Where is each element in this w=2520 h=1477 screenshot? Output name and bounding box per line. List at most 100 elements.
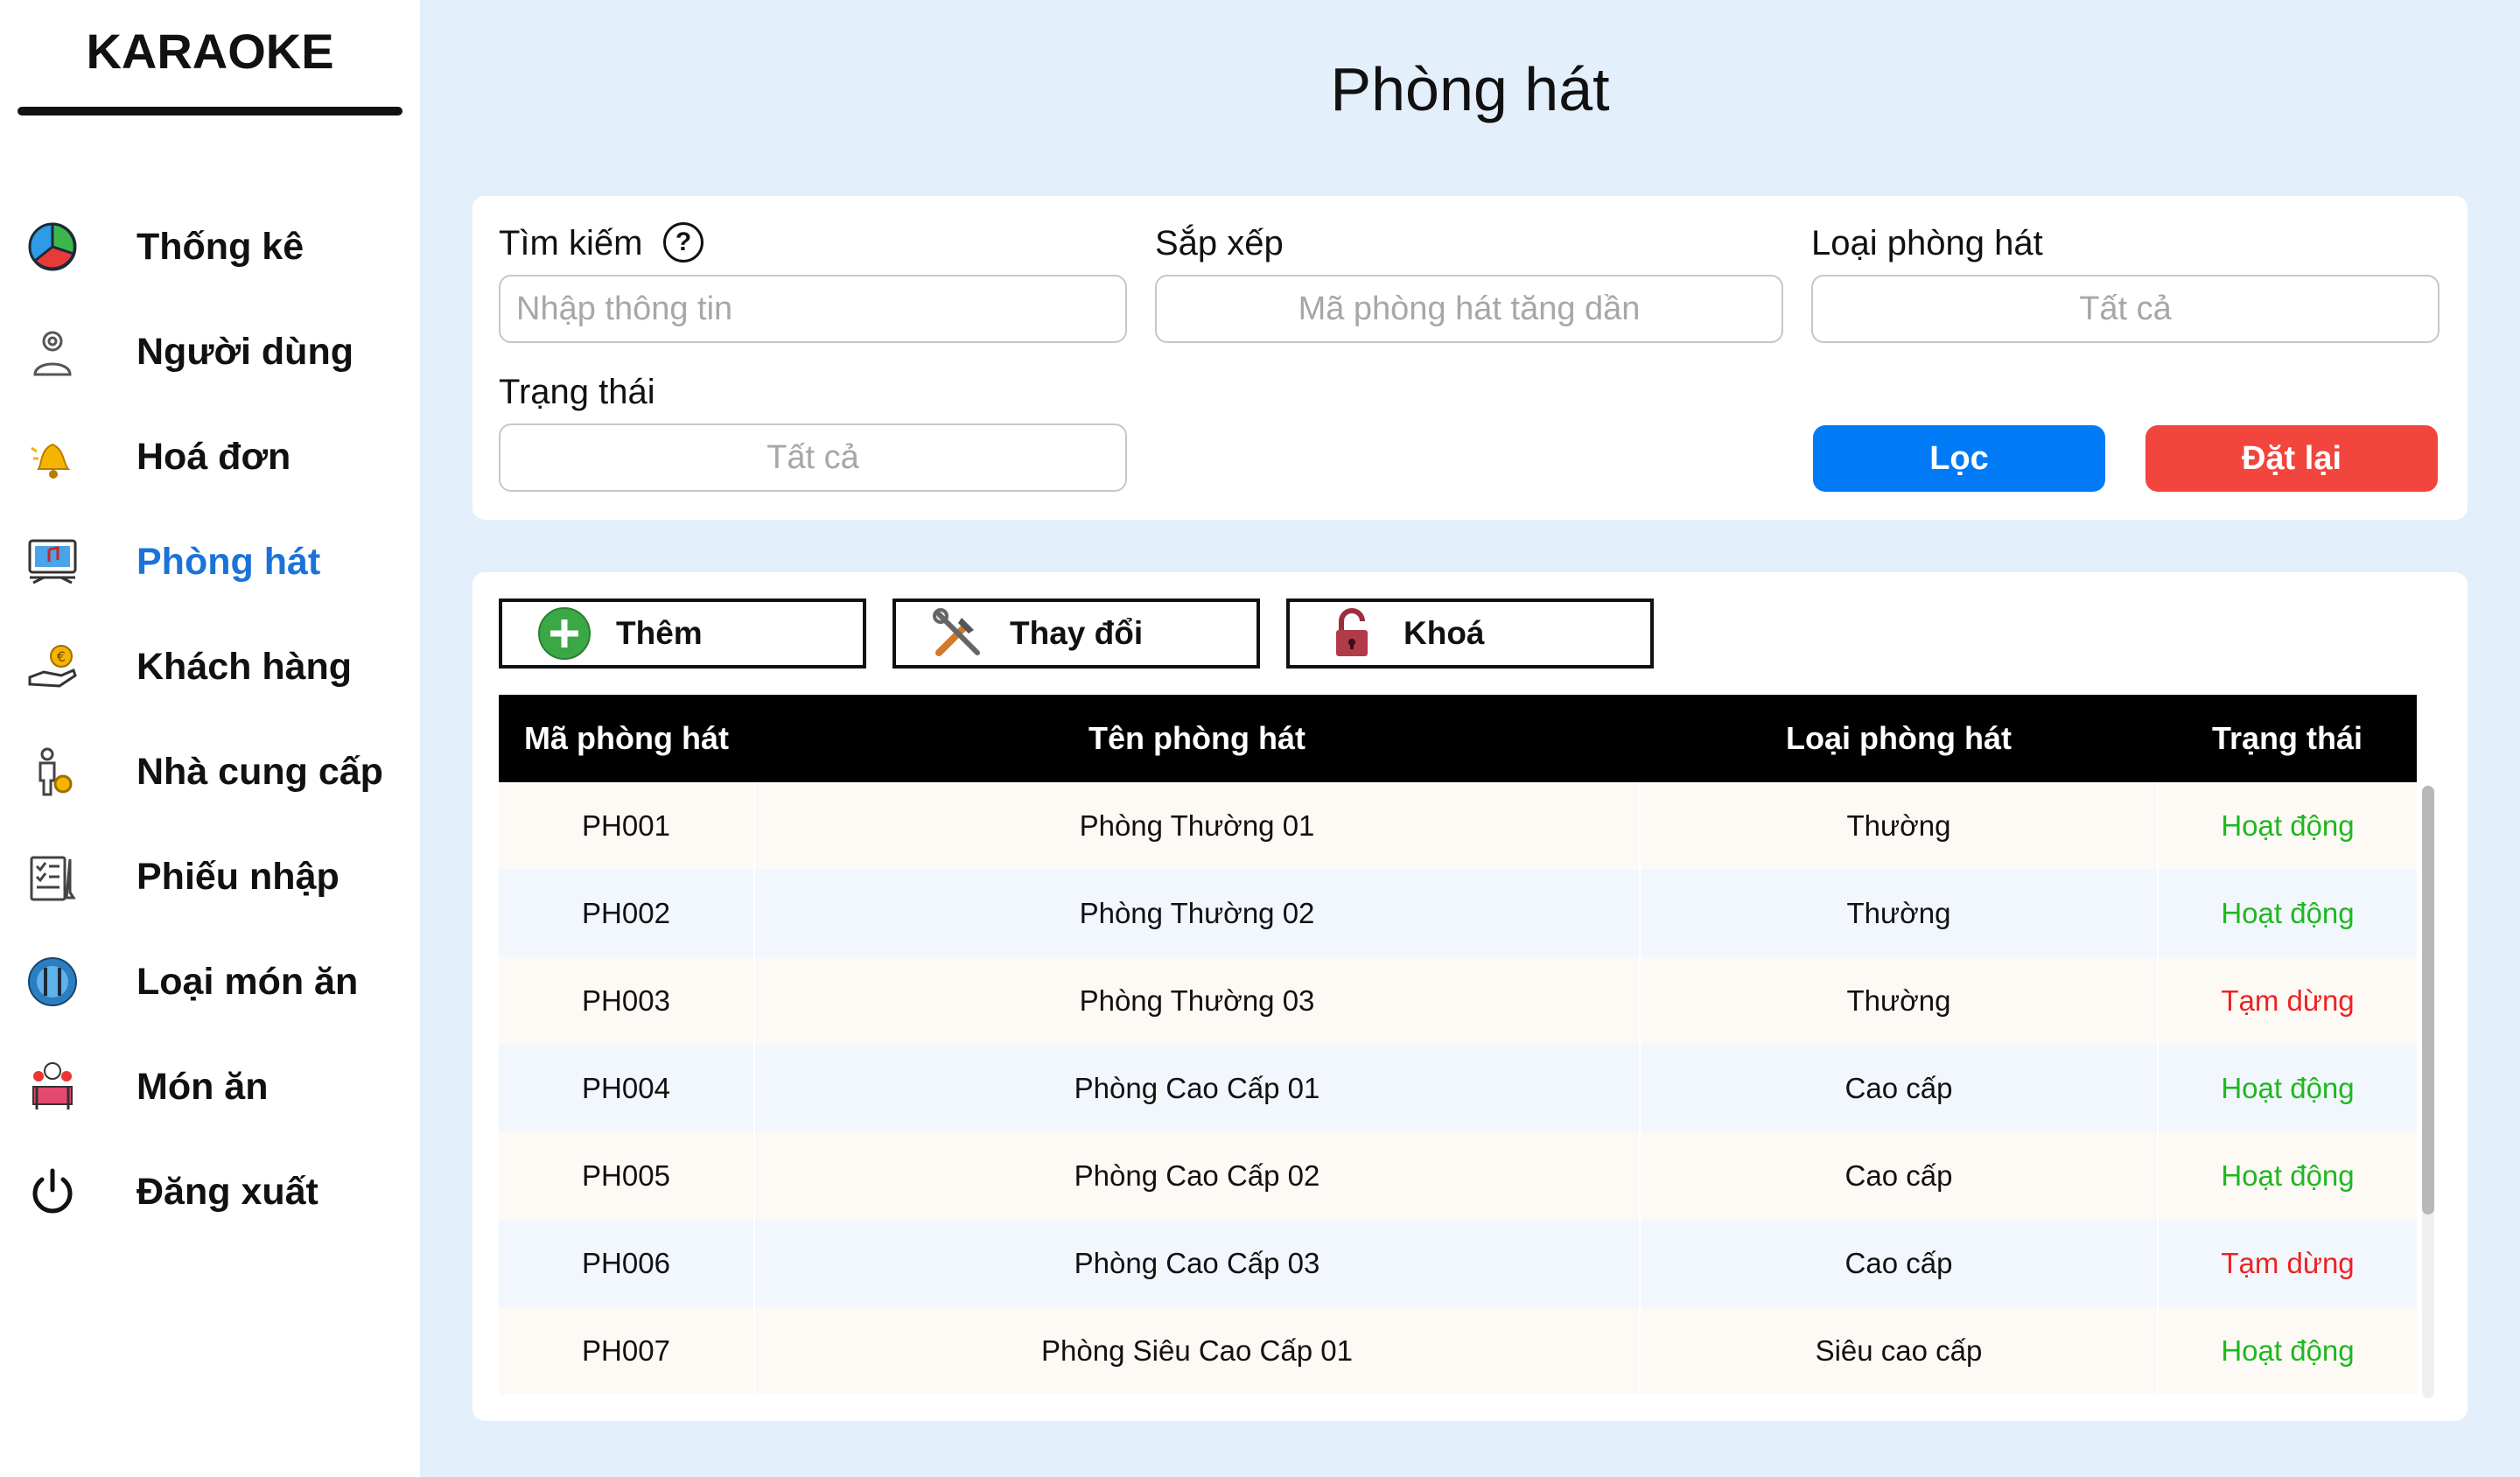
column-header-type[interactable]: Loại phòng hát (1640, 695, 2158, 782)
cell-room-name: Phòng Siêu Cao Cấp 01 (754, 1307, 1641, 1395)
room-type-select[interactable] (1811, 275, 2440, 343)
add-button[interactable]: Thêm (499, 598, 866, 668)
column-header-status[interactable]: Trạng thái (2158, 695, 2417, 782)
table-row[interactable]: PH005 Phòng Cao Cấp 02 Cao cấp Hoạt động (499, 1132, 2417, 1220)
cell-room-name: Phòng Cao Cấp 03 (754, 1220, 1641, 1307)
power-icon (24, 1164, 80, 1220)
tools-icon (928, 603, 989, 664)
sidebar-item-hoa-don[interactable]: Hoá đơn (24, 422, 410, 492)
column-header-id[interactable]: Mã phòng hát (499, 695, 754, 782)
cell-room-type: Cao cấp (1640, 1132, 2159, 1220)
sidebar-item-label: Phiếu nhập (136, 855, 340, 898)
cell-room-id: PH002 (499, 870, 755, 957)
sidebar-item-label: Hoá đơn (136, 435, 291, 478)
table-scrollbar[interactable] (2422, 786, 2434, 1398)
cell-room-status: Tạm dừng (2221, 984, 2355, 1017)
checklist-icon (24, 849, 80, 905)
search-label: Tìm kiếm (499, 224, 643, 262)
cell-room-type: Thường (1640, 870, 2159, 957)
edit-button[interactable]: Thay đổi (892, 598, 1260, 668)
room-type-label: Loại phòng hát (1811, 224, 2043, 262)
cell-room-id: PH003 (499, 957, 755, 1045)
sidebar-item-label: Nhà cung cấp (136, 750, 383, 793)
cell-room-id: PH001 (499, 782, 755, 870)
cell-room-type: Siêu cao cấp (1640, 1307, 2159, 1395)
sidebar-item-thong-ke[interactable]: Thống kê (24, 212, 410, 282)
table-row[interactable]: PH001 Phòng Thường 01 Thường Hoạt động (499, 782, 2417, 870)
brand-title: KARAOKE (86, 24, 334, 79)
sidebar-item-label: Món ăn (136, 1065, 269, 1108)
sidebar-item-label: Loại món ăn (136, 960, 359, 1003)
status-select[interactable] (499, 424, 1127, 492)
plus-circle-icon (534, 603, 595, 664)
table-row[interactable]: PH007 Phòng Siêu Cao Cấp 01 Siêu cao cấp Ho… (499, 1307, 2417, 1395)
cell-room-type: Thường (1640, 957, 2159, 1045)
pie-chart-icon (24, 219, 80, 275)
cell-room-id: PH004 (499, 1045, 755, 1132)
cell-room-id: PH005 (499, 1132, 755, 1220)
status-label: Trạng thái (499, 373, 655, 411)
cell-room-type: Cao cấp (1640, 1045, 2159, 1132)
sidebar: KARAOKE Thống kê Người dùng Hoá đơn Phòn… (0, 0, 420, 1477)
cell-room-name: Phòng Cao Cấp 02 (754, 1132, 1641, 1220)
sidebar-item-label: Người dùng (136, 330, 354, 373)
cell-room-name: Phòng Thường 02 (754, 870, 1641, 957)
lock-button[interactable]: Khoá (1286, 598, 1654, 668)
table-header-row: Mã phòng hát Tên phòng hát Loại phòng há… (499, 695, 2417, 782)
search-input[interactable] (499, 275, 1127, 343)
sidebar-item-phieu-nhap[interactable]: Phiếu nhập (24, 842, 410, 912)
sidebar-item-label: Thống kê (136, 225, 304, 268)
sort-select[interactable] (1155, 275, 1783, 343)
help-icon[interactable]: ? (663, 222, 704, 262)
sidebar-item-dang-xuat[interactable]: Đăng xuất (24, 1157, 410, 1227)
karaoke-screen-icon (24, 534, 80, 590)
reset-button[interactable]: Đặt lại (2146, 425, 2438, 492)
table-row[interactable]: PH006 Phòng Cao Cấp 03 Cao cấp Tạm dừng (499, 1220, 2417, 1307)
cell-room-status: Hoạt động (2221, 897, 2355, 929)
cell-room-name: Phòng Cao Cấp 01 (754, 1045, 1641, 1132)
cell-room-status: Hoạt động (2221, 809, 2355, 842)
scrollbar-thumb[interactable] (2422, 786, 2434, 1214)
column-header-name[interactable]: Tên phòng hát (754, 695, 1640, 782)
cell-room-name: Phòng Thường 01 (754, 782, 1641, 870)
bell-icon (24, 429, 80, 485)
cell-room-status: Hoạt động (2221, 1159, 2355, 1192)
lock-button-label: Khoá (1404, 615, 1485, 651)
svg-text:€: € (57, 648, 66, 665)
sidebar-item-label: Đăng xuất (136, 1170, 318, 1213)
cell-room-status: Tạm dừng (2221, 1247, 2355, 1279)
brand-divider (18, 107, 402, 116)
dish-category-icon (24, 954, 80, 1010)
filter-panel: Tìm kiếm ? Sắp xếp Loại phòng hát Trạng … (472, 196, 2468, 520)
cell-room-name: Phòng Thường 03 (754, 957, 1641, 1045)
table-row[interactable]: PH004 Phòng Cao Cấp 01 Cao cấp Hoạt động (499, 1045, 2417, 1132)
lock-icon (1321, 603, 1382, 664)
sidebar-item-label: Phòng hát (136, 540, 321, 583)
cell-room-type: Cao cấp (1640, 1220, 2159, 1307)
supplier-icon (24, 744, 80, 800)
user-gear-icon (24, 324, 80, 380)
sort-label: Sắp xếp (1155, 224, 1284, 262)
cell-room-type: Thường (1640, 782, 2159, 870)
hand-coin-icon: € (24, 639, 80, 695)
filter-button[interactable]: Lọc (1813, 425, 2105, 492)
sidebar-item-khach-hang[interactable]: € Khách hàng (24, 632, 410, 702)
cell-room-status: Hoạt động (2221, 1334, 2355, 1367)
chef-table-icon (24, 1059, 80, 1115)
table-row[interactable]: PH003 Phòng Thường 03 Thường Tạm dừng (499, 957, 2417, 1045)
cell-room-id: PH007 (499, 1307, 755, 1395)
rooms-table-container: Mã phòng hát Tên phòng hát Loại phòng há… (499, 695, 2417, 1395)
sidebar-item-label: Khách hàng (136, 645, 353, 688)
rooms-panel: Thêm Thay đổi Khoá Mã phòng hát Tên phòn… (472, 572, 2468, 1421)
sidebar-item-nha-cung-cap[interactable]: Nhà cung cấp (24, 737, 410, 807)
page-title: Phòng hát (1330, 55, 1610, 123)
rooms-table: Mã phòng hát Tên phòng hát Loại phòng há… (499, 695, 2417, 1395)
sidebar-item-nguoi-dung[interactable]: Người dùng (24, 317, 410, 387)
cell-room-status: Hoạt động (2221, 1072, 2355, 1104)
add-button-label: Thêm (616, 615, 703, 651)
table-row[interactable]: PH002 Phòng Thường 02 Thường Hoạt động (499, 870, 2417, 957)
sidebar-item-mon-an[interactable]: Món ăn (24, 1052, 410, 1122)
edit-button-label: Thay đổi (1010, 615, 1144, 651)
sidebar-item-loai-mon-an[interactable]: Loại món ăn (24, 947, 410, 1017)
sidebar-item-phong-hat[interactable]: Phòng hát (24, 527, 410, 597)
